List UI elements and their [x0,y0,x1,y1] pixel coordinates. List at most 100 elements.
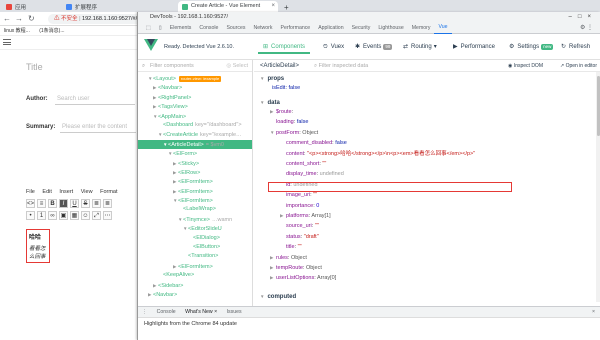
tree-node[interactable]: ▼<EditorSlideU [138,224,252,233]
close-drawer-icon[interactable]: × [592,307,595,318]
tree-node[interactable]: ▼<ElFormItem> [138,196,252,205]
data-row-rules[interactable]: ▶ rules: Object [254,254,600,262]
data-row-importance[interactable]: importance: 0 [254,202,600,210]
data-row-displaytime[interactable]: display_time: undefined [254,170,600,178]
bookmark-csdn[interactable]: (1条消息)... [39,28,64,34]
drawer-tab-whats-new[interactable]: What's New × [185,309,217,315]
tab-performance[interactable]: Performance [277,22,315,34]
drawer-menu-icon[interactable]: ⋮ [142,309,147,315]
inspect-dom-button[interactable]: ◉ Inspect DOM [508,60,543,72]
data-row-title[interactable]: title: "" [254,243,600,251]
menu-file[interactable]: File [26,189,35,195]
data-row-route[interactable]: ▶ $route: [254,108,600,116]
data-row-platforms[interactable]: ▶ platforms: Array[1] [254,212,600,220]
tab-application[interactable]: Application [314,22,347,34]
tree-node[interactable]: ▶ <Sidebar> [138,281,252,290]
tab-security[interactable]: Security [348,22,375,34]
data-row-loading[interactable]: loading: false [254,118,600,126]
tree-node[interactable]: <KeepAlive> [138,271,252,280]
vue-refresh-button[interactable]: ↻ Refresh [556,40,595,54]
title-input[interactable]: Title [26,62,43,72]
browser-tab-apps[interactable]: 应用 [2,1,60,12]
underline-icon[interactable]: U [70,199,79,208]
menu-edit[interactable]: Edit [42,189,51,195]
bookmark-linux[interactable]: linux 教程... [4,28,30,34]
hamburger-icon[interactable] [3,39,11,45]
drawer-tab-console[interactable]: Console [157,309,176,315]
reload-icon[interactable]: ↻ [28,14,35,24]
more-icon[interactable]: ⋯ [103,211,112,220]
open-in-editor-button[interactable]: ↗ Open in editor [560,60,597,72]
props-section[interactable]: ▼ props [254,74,600,83]
data-row-commentdisabled[interactable]: comment_disabled: false [254,139,600,147]
tab-lighthouse[interactable]: Lighthouse [374,22,407,34]
filter-data-input[interactable]: ⌕ Filter inspected data [314,60,368,72]
close-tab-icon[interactable]: × [271,3,275,9]
data-row-userlistoptions[interactable]: ▶ userListOptions: Array[0] [254,274,600,282]
tab-network[interactable]: Network [249,22,276,34]
tab-elements[interactable]: Elements [166,22,196,34]
data-row-sourceuri[interactable]: source_uri: "" [254,222,600,230]
data-row-temproute[interactable]: ▶ tempRoute: Object [254,264,600,272]
tree-node[interactable]: ▼<Tinymce> …wamn [138,215,252,224]
data-section[interactable]: ▼ data [254,98,600,107]
forward-arrow-icon[interactable]: → [15,14,23,24]
menu-insert[interactable]: Insert [59,189,73,195]
tree-node[interactable]: ▼<ArticleDetail> = $vm0 [138,139,252,150]
filter-components-input[interactable]: ⌕ Filter components ◎ Select [138,60,252,72]
device-toolbar-icon[interactable]: ▯ [155,22,166,34]
tree-node[interactable]: <ElDialog> [138,234,252,243]
inspect-icon[interactable]: ⬚ [142,22,155,34]
window-controls[interactable]: –□× [569,12,597,22]
italic-icon[interactable]: I [59,199,68,208]
select-component-button[interactable]: ◎ Select [226,60,248,72]
browser-tab-extensions[interactable]: 扩展程序 [62,1,120,12]
vue-tab-events[interactable]: ✱ Events 99 [350,40,397,54]
list-icon[interactable]: ≡ [37,199,46,208]
menu-view[interactable]: View [81,189,93,195]
link-icon[interactable]: ∞ [48,211,57,220]
image-icon[interactable]: ▣ [59,211,68,220]
new-tab-button[interactable]: + [282,1,292,12]
align-right-icon[interactable]: ≣ [103,199,112,208]
drawer-tab-issues[interactable]: Issues [227,309,242,315]
tab-memory[interactable]: Memory [408,22,435,34]
tree-node[interactable]: ▶ <Sticky> [138,159,252,168]
tree-node[interactable]: ▼<ElForm> [138,149,252,158]
tree-node[interactable]: <Dashboard key="/dashboard"> [138,121,252,130]
data-row-content[interactable]: content: "<p><strong>哈哈</strong></p>\n<p… [254,150,600,158]
tree-node[interactable]: ▶ <Navbar> [138,290,252,299]
tree-node[interactable]: ▶ <ElFormItem> [138,262,252,271]
tree-node[interactable]: ▶ <ElRow> [138,168,252,177]
tab-sources[interactable]: Sources [222,22,249,34]
bold-icon[interactable]: B [48,199,57,208]
vue-tab-routing[interactable]: ⇄ Routing ▾ [398,40,442,54]
vue-tab-components[interactable]: ⊞ Components [258,40,311,54]
tree-node[interactable]: ▼<CreateArticle key="/example… [138,130,252,139]
browser-tab-create-article[interactable]: Create Article - Vue Element × [178,1,278,12]
vue-tab-vuex[interactable]: ⏲ Vuex [318,40,349,54]
tree-node[interactable]: ▶ <ElFormItem> [138,187,252,196]
data-row-status[interactable]: status: "draft" [254,233,600,241]
align-left-icon[interactable]: ≣ [92,199,101,208]
vue-tab-settings[interactable]: ⚙ Settings new [504,40,558,54]
rich-text-editor[interactable]: 哈哈 看看怎么回事 [26,229,50,263]
tree-node[interactable]: ▶ <ElFormItem> [138,177,252,186]
data-row-contentshort[interactable]: content_short: "" [254,160,600,168]
tab-console[interactable]: Console [195,22,222,34]
summary-textarea[interactable]: Please enter the content [60,121,136,133]
vue-tab-performance[interactable]: ▶ Performance [448,40,500,54]
tree-node[interactable]: <Transition> [138,252,252,261]
tree-node[interactable]: ▶ <Navbar> [138,83,252,92]
tree-node[interactable]: ▶ <RightPanel> [138,93,252,102]
bullet-list-icon[interactable]: • [26,211,35,220]
data-row-postform[interactable]: ▼ postForm: Object [254,129,600,137]
back-arrow-icon[interactable]: ← [3,14,11,24]
author-select[interactable]: Search user [55,93,135,105]
tab-vue[interactable]: Vue [434,21,452,34]
strikethrough-icon[interactable]: S [81,199,90,208]
tree-node[interactable]: <LabelWrap> [138,205,252,214]
gear-icon[interactable]: ⚙ ⋮ [580,24,593,31]
inspector-scrollbar[interactable] [596,72,600,302]
tree-node[interactable]: ▼<AppMain> [138,112,252,121]
